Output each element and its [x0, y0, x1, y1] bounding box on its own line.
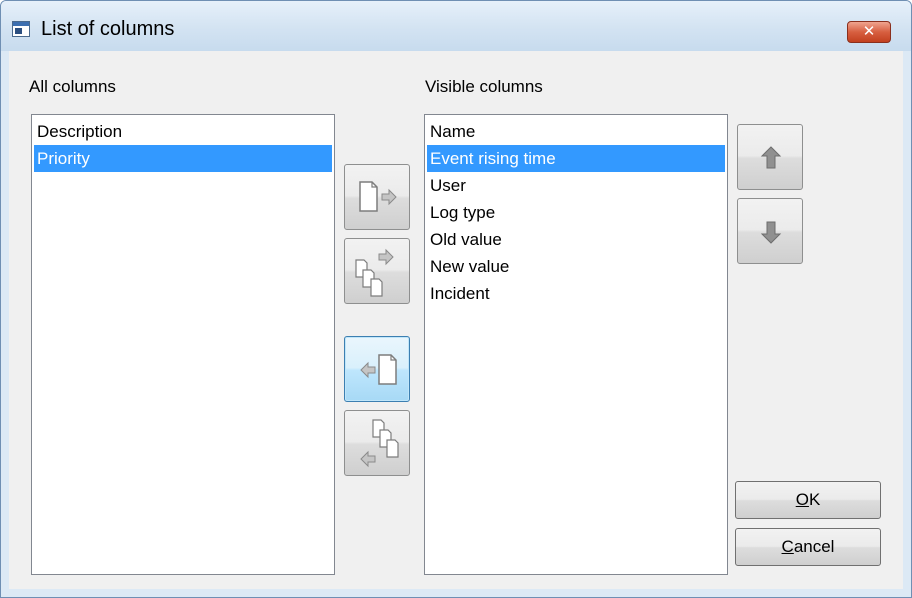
- list-item[interactable]: Event rising time: [427, 145, 725, 172]
- arrow-left-page-icon: [360, 354, 397, 385]
- move-up-button[interactable]: [737, 124, 803, 190]
- cancel-button-mnemonic: C: [781, 537, 794, 556]
- arrow-up-icon: [760, 146, 782, 169]
- remove-all-columns-button[interactable]: [344, 410, 410, 476]
- cancel-button[interactable]: Cancel: [735, 528, 881, 566]
- title-bar: List of columns ✕: [1, 1, 911, 51]
- list-item[interactable]: Priority: [34, 145, 332, 172]
- visible-columns-list[interactable]: Name Event rising time User Log type Old val…: [424, 114, 728, 575]
- dialog-window: List of columns ✕ All columns Visible co…: [0, 0, 912, 598]
- window-title: List of columns: [41, 18, 175, 40]
- ok-button-label: K: [808, 490, 821, 509]
- list-item[interactable]: Name: [427, 118, 725, 145]
- cancel-button-label: ancel: [793, 537, 835, 556]
- all-columns-list[interactable]: Description Priority: [31, 114, 335, 575]
- add-column-button[interactable]: [344, 164, 410, 230]
- move-down-button[interactable]: [737, 198, 803, 264]
- visible-columns-label: Visible columns: [425, 77, 543, 96]
- add-all-columns-button[interactable]: [344, 238, 410, 304]
- ok-button-mnemonic: O: [795, 490, 809, 509]
- close-icon: ✕: [862, 23, 876, 40]
- pages-arrow-right-icon: [355, 248, 394, 297]
- remove-column-button[interactable]: [344, 336, 410, 402]
- list-item[interactable]: Log type: [427, 199, 725, 226]
- list-item[interactable]: Old value: [427, 226, 725, 253]
- list-item[interactable]: Description: [34, 118, 332, 145]
- ok-button[interactable]: OK: [735, 481, 881, 519]
- app-window-icon: [12, 21, 30, 37]
- arrow-left-pages-icon: [360, 419, 399, 468]
- list-item[interactable]: New value: [427, 253, 725, 280]
- arrow-down-icon: [760, 221, 782, 244]
- close-button[interactable]: ✕: [847, 21, 891, 43]
- list-item[interactable]: User: [427, 172, 725, 199]
- page-arrow-right-icon: [359, 181, 397, 212]
- list-item[interactable]: Incident: [427, 280, 725, 307]
- all-columns-label: All columns: [29, 77, 116, 96]
- dialog-body: All columns Visible columns Description P…: [9, 51, 903, 589]
